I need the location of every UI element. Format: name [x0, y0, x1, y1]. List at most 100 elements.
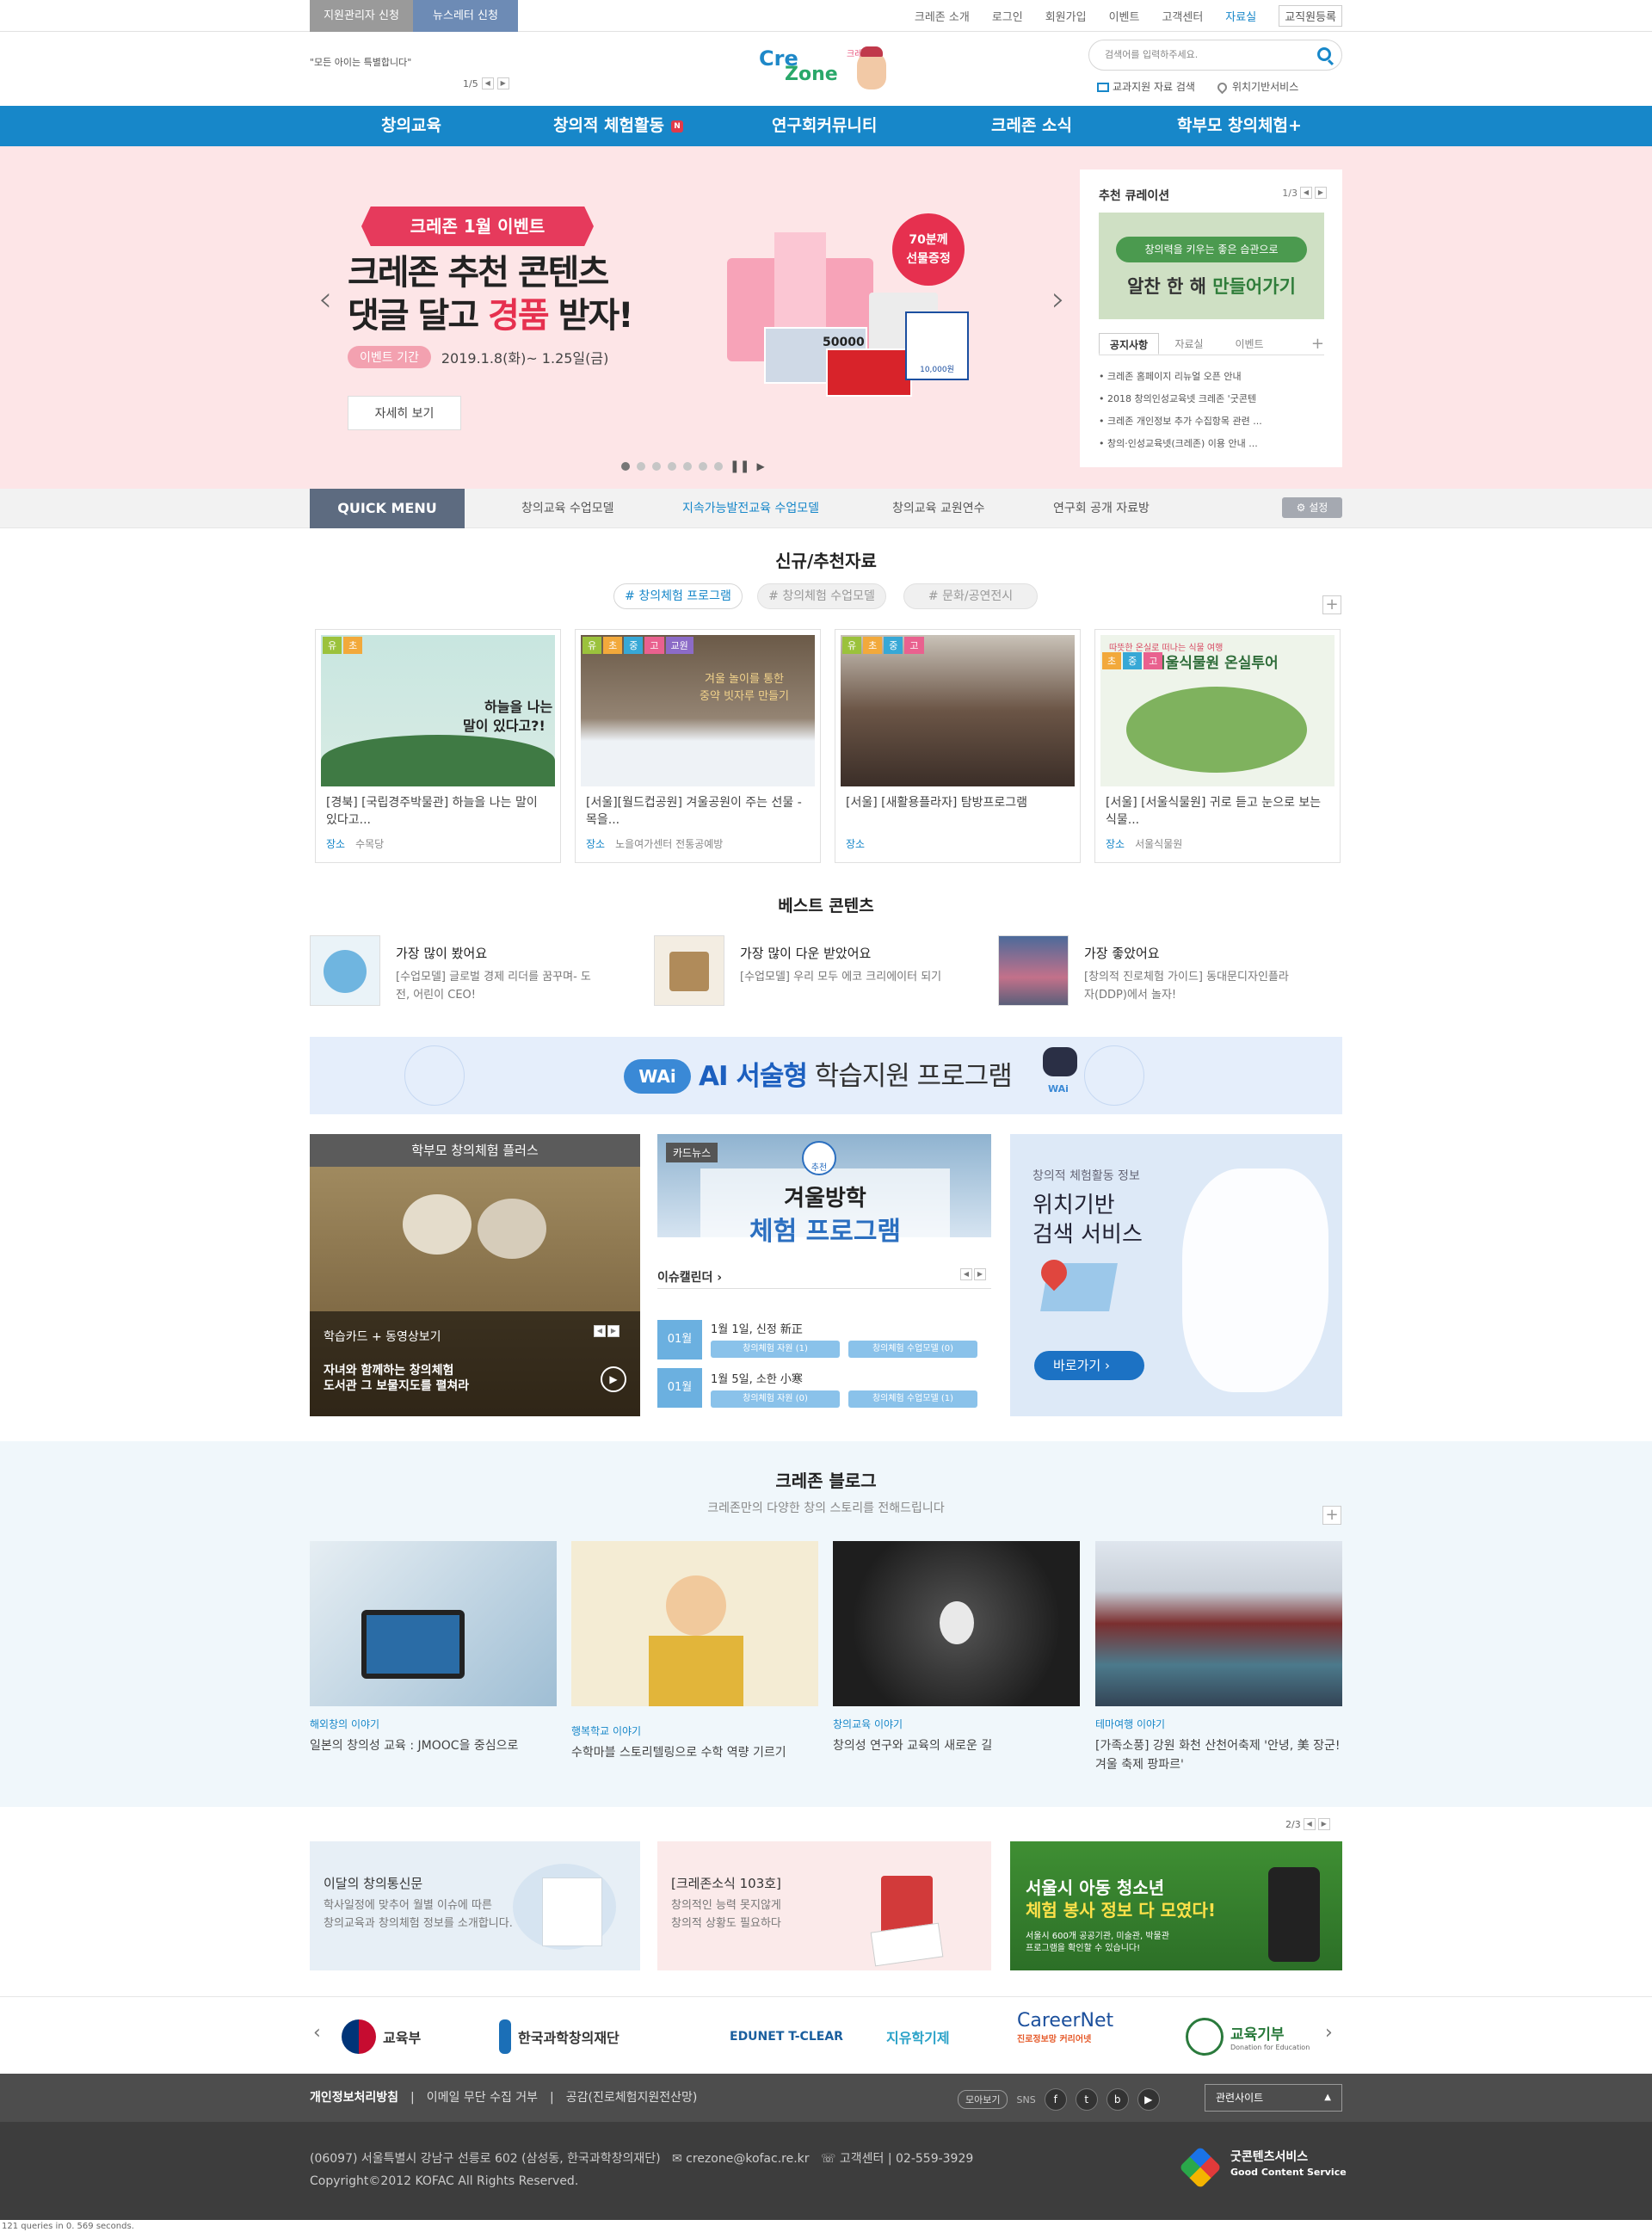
location-search-panel[interactable]: 창의적 체험활동 정보 위치기반 검색 서비스 바로가기 ›	[1010, 1134, 1342, 1416]
best-item[interactable]: 가장 많이 다운 받았어요 [수업모델] 우리 모두 에코 크리에이터 되기	[654, 935, 989, 1008]
event-title[interactable]: 1월 5일, 소한 小寒	[711, 1370, 803, 1386]
link-staff-register[interactable]: 교직원등록	[1279, 5, 1342, 27]
admin-apply-tab[interactable]: 지원관리자 신청	[310, 0, 413, 32]
new-resources-more-icon[interactable]: +	[1322, 595, 1341, 614]
link-signup[interactable]: 회원가입	[1045, 8, 1087, 24]
prev-arrow-icon[interactable]: ◀	[481, 77, 494, 89]
prev-arrow-icon[interactable]: ◀	[960, 1268, 972, 1280]
dot-1[interactable]	[621, 462, 630, 471]
partner-moe[interactable]: 교육부	[342, 2015, 421, 2058]
event-link-a[interactable]: 창의체험 자원 (1)	[711, 1341, 840, 1358]
dot-4[interactable]	[668, 462, 676, 471]
twitter-icon[interactable]: t	[1075, 2088, 1098, 2111]
partner-kofac[interactable]: 한국과학창의재단	[499, 2015, 620, 2058]
tab-event[interactable]: 이벤트	[1219, 333, 1279, 355]
dot-6[interactable]	[699, 462, 707, 471]
nav-crezone-news[interactable]: 크레존 소식	[991, 106, 1072, 146]
best-item[interactable]: 가장 좋았어요 [창의적 진로체험 가이드] 동대문디자인플라자(DDP)에서 …	[998, 935, 1334, 1008]
board-more-icon[interactable]: +	[1279, 333, 1324, 355]
prev-arrow-icon[interactable]: ◀	[594, 1325, 606, 1337]
link-support[interactable]: 고객센터	[1162, 8, 1203, 24]
nav-creative-edu[interactable]: 창의교육	[381, 106, 441, 146]
blog-item[interactable]: 창의교육 이야기 창의성 연구와 교육의 새로운 길	[833, 1541, 1080, 1755]
partners-next-icon[interactable]: ›	[1325, 2022, 1333, 2044]
resource-card[interactable]: 따뜻한 온실로 떠나는 식물 여행 서울식물원 온실투어 초중고 [서울] [서…	[1094, 629, 1341, 863]
link-login[interactable]: 로그인	[992, 8, 1023, 24]
quick-item-2[interactable]: 지속가능발전교육 수업모델	[682, 489, 819, 528]
family-site-select[interactable]: 관련사이트 ▲	[1205, 2084, 1342, 2112]
youtube-icon[interactable]: ▶	[1137, 2088, 1160, 2111]
newsletter-banner[interactable]: 이달의 창의통신문 학사일정에 맞추어 월별 이슈에 따른 창의교육과 창의체험…	[310, 1841, 640, 1970]
tab-archive[interactable]: 자료실	[1159, 333, 1219, 355]
play-icon[interactable]: ▶	[756, 460, 764, 472]
goto-button[interactable]: 바로가기 ›	[1034, 1351, 1144, 1380]
resource-card[interactable]: 겨울 놀이를 통한 중약 빗자루 만들기 유 초 중 고 교원 [서울][월드컵공원] …	[575, 629, 821, 863]
next-arrow-icon[interactable]: ▶	[607, 1325, 620, 1337]
detail-button[interactable]: 자세히 보기	[348, 396, 461, 430]
notice-item[interactable]: • 크레존 홈페이지 리뉴얼 오픈 안내	[1099, 366, 1324, 388]
tag-culture[interactable]: # 문화/공연전시	[903, 583, 1038, 609]
privacy-link[interactable]: 개인정보처리방침	[310, 2074, 398, 2122]
resource-card[interactable]: 하늘을 나는 말이 있다고?! 유초 [경북] [국립경주박물관] 하늘을 나는…	[315, 629, 561, 863]
hero-prev-icon[interactable]: ‹	[318, 280, 332, 319]
blog-item[interactable]: 행복학교 이야기 수학마블 스토리텔링으로 수학 역량 기르기	[571, 1541, 818, 1762]
link-archive[interactable]: 자료실	[1225, 8, 1256, 24]
next-arrow-icon[interactable]: ▶	[1315, 187, 1327, 199]
notice-item[interactable]: • 크레존 개인정보 추가 수집항목 관련 ...	[1099, 410, 1324, 433]
quick-item-1[interactable]: 창의교육 수업모델	[521, 489, 614, 528]
quick-item-3[interactable]: 창의교육 교원연수	[892, 489, 985, 528]
notice-item[interactable]: • 창의·인성교육넷(크레존) 이용 안내 ...	[1099, 433, 1324, 455]
partner-gibu[interactable]: 교육기부 Donation for Education	[1186, 2015, 1310, 2058]
link-event[interactable]: 이벤트	[1109, 8, 1140, 24]
prev-arrow-icon[interactable]: ◀	[1303, 1818, 1316, 1830]
tag-experience-model[interactable]: # 창의체험 수업모델	[757, 583, 886, 609]
resource-card[interactable]: 유초중고 [서울] [새활용플라자] 탐방프로그램 장소	[835, 629, 1081, 863]
location-service-link[interactable]: 위치기반서비스	[1215, 79, 1298, 95]
email-policy-link[interactable]: 이메일 무단 수집 거부	[427, 2074, 538, 2122]
nav-parent-experience[interactable]: 학부모 창의체험+	[1177, 106, 1302, 146]
dot-2[interactable]	[637, 462, 645, 471]
play-icon[interactable]: ▶	[601, 1366, 626, 1392]
best-item[interactable]: 가장 많이 봤어요 [수업모델] 글로벌 경제 리더를 꿈꾸며- 도전, 어린이…	[310, 935, 645, 1008]
prev-arrow-icon[interactable]: ◀	[1300, 187, 1312, 199]
settings-button[interactable]: ⚙ 설정	[1282, 497, 1342, 518]
quick-item-4[interactable]: 연구회 공개 자료방	[1053, 489, 1150, 528]
next-arrow-icon[interactable]: ▶	[496, 77, 509, 89]
blog-icon[interactable]: b	[1106, 2088, 1129, 2111]
dot-7[interactable]	[714, 462, 723, 471]
event-link-b[interactable]: 창의체험 수업모델 (0)	[848, 1341, 977, 1358]
blog-item[interactable]: 해외창의 이야기 일본의 창의성 교육 : JMOOC을 중심으로	[310, 1541, 557, 1755]
textbook-search-link[interactable]: 교과지원 자료 검색	[1097, 79, 1195, 94]
tab-notice[interactable]: 공지사항	[1099, 333, 1159, 355]
search-input[interactable]: 검색어를 입력하주세요.	[1088, 40, 1342, 71]
event-title[interactable]: 1월 1일, 신정 新正	[711, 1320, 803, 1336]
tag-experience-program[interactable]: # 창의체험 프로그램	[613, 583, 743, 609]
search-icon[interactable]	[1317, 47, 1331, 61]
dot-5[interactable]	[683, 462, 692, 471]
slogan-banner[interactable]: "모든 아이는 특별합니다"	[310, 55, 439, 74]
dot-3[interactable]	[652, 462, 661, 471]
gonggam-link[interactable]: 공감(진로체험지원전산망)	[566, 2074, 698, 2122]
curation-image[interactable]: 창의력을 키우는 좋은 습관으로 알찬 한 해 만들어가기	[1099, 213, 1324, 319]
sns-collect-button[interactable]: 모아보기	[958, 2090, 1008, 2109]
blog-more-icon[interactable]: +	[1322, 1506, 1341, 1525]
news-103-banner[interactable]: [크레존소식 103호] 창의적인 능력 못지않게 창의적 상황도 필요하다	[657, 1841, 991, 1970]
crezone-logo[interactable]: Cre Zone 크레존	[757, 41, 895, 95]
ai-program-banner[interactable]: WAi AI 서술형 학습지원 프로그램 WAi	[310, 1037, 1342, 1114]
link-about[interactable]: 크레존 소개	[915, 8, 970, 24]
newsletter-apply-tab[interactable]: 뉴스레터 신청	[413, 0, 518, 32]
parent-experience-panel[interactable]: 학부모 창의체험 플러스 학습카드 + 동영상보기 ◀ ▶ 자녀와 함께하는 창의…	[310, 1134, 640, 1416]
nav-creative-activity[interactable]: 창의적 체험활동 N	[553, 106, 683, 146]
event-link-a[interactable]: 창의체험 자원 (0)	[711, 1390, 840, 1408]
partner-edunet[interactable]: EDUNET T-CLEAR	[730, 2015, 843, 2058]
blog-item[interactable]: 테마여행 이야기 [가족소풍] 강원 화천 산천어축제 '안녕, 美 장군! 겨…	[1095, 1541, 1342, 1774]
next-arrow-icon[interactable]: ▶	[1317, 1818, 1330, 1830]
facebook-icon[interactable]: f	[1044, 2088, 1067, 2111]
partners-prev-icon[interactable]: ‹	[313, 2022, 321, 2044]
nav-research-community[interactable]: 연구회커뮤니티	[772, 106, 877, 146]
notice-item[interactable]: • 2018 창의인성교육넷 크레존 '굿콘텐	[1099, 388, 1324, 410]
partner-careernet[interactable]: CareerNet 진로정보망 커리어넷	[1017, 2010, 1113, 2053]
pause-icon[interactable]: ❚❚	[730, 459, 749, 473]
partner-freesemester[interactable]: 지유학기제	[886, 2015, 950, 2058]
issue-calendar-link[interactable]: 이슈캘린더 ›	[657, 1268, 722, 1286]
